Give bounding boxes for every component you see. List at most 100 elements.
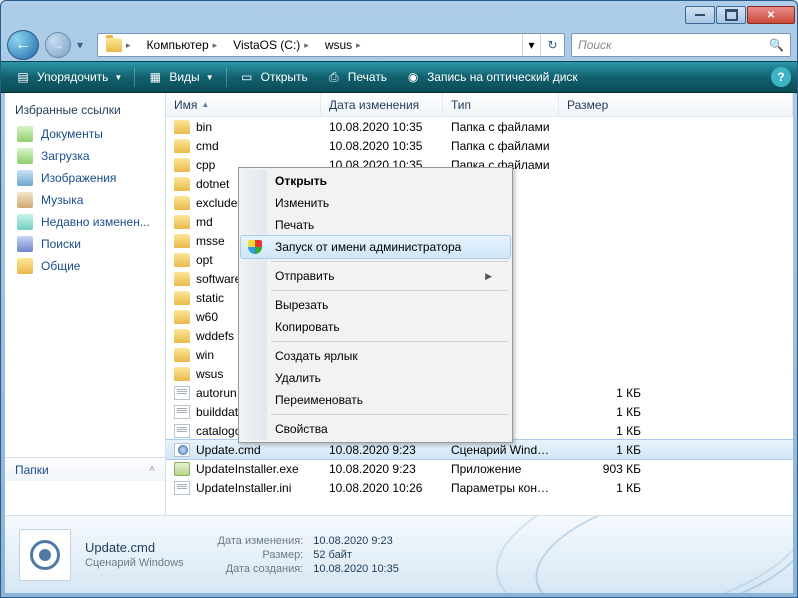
file-icon (174, 443, 190, 457)
ctx-cut[interactable]: Вырезать (241, 294, 510, 316)
file-name: UpdateInstaller.ini (196, 481, 291, 495)
favorite-label: Поиски (41, 237, 81, 251)
nav-history-chevron[interactable]: ▾ (77, 38, 91, 52)
favorite-link[interactable]: Загрузка (5, 145, 165, 167)
file-row[interactable]: UpdateInstaller.exe10.08.2020 9:23Прилож… (166, 459, 793, 478)
favorite-link[interactable]: Документы (5, 123, 165, 145)
favorite-link[interactable]: Общие (5, 255, 165, 277)
details-meta-label: Дата изменения: (218, 535, 304, 547)
maximize-button[interactable] (716, 6, 746, 24)
views-button[interactable]: ▦Виды▼ (139, 65, 221, 89)
ctx-run-as-admin[interactable]: Запуск от имени администратора (241, 236, 510, 258)
folder-icon (106, 38, 122, 52)
file-size: 1 КБ (559, 405, 649, 419)
file-name: md (196, 215, 213, 229)
crumb-computer[interactable]: Компьютер▸ (139, 34, 226, 56)
favorite-link[interactable]: Поиски (5, 233, 165, 255)
file-icon (174, 462, 190, 476)
ctx-properties[interactable]: Свойства (241, 418, 510, 440)
file-size: 1 КБ (559, 386, 649, 400)
file-date: 10.08.2020 10:26 (321, 481, 443, 495)
forward-button[interactable]: → (45, 32, 71, 58)
file-name: UpdateInstaller.exe (196, 462, 299, 476)
favorite-link[interactable]: Недавно изменен... (5, 211, 165, 233)
organize-button[interactable]: ▤Упорядочить▼ (7, 65, 130, 89)
crumb-root[interactable]: ▸ (98, 34, 139, 56)
file-name: autorun (196, 386, 237, 400)
search-input[interactable]: Поиск 🔍 (571, 33, 791, 57)
favorite-link[interactable]: Музыка (5, 189, 165, 211)
file-name: dotnet (196, 177, 229, 191)
favorite-label: Недавно изменен... (41, 215, 150, 229)
details-meta-value: 10.08.2020 9:23 (313, 535, 399, 547)
file-type: Приложение (443, 462, 559, 476)
file-icon (174, 386, 190, 400)
titlebar[interactable] (1, 1, 797, 29)
file-name: catalogo (196, 424, 241, 438)
ctx-open[interactable]: Открыть (241, 170, 510, 192)
file-name: Update.cmd (196, 443, 261, 457)
favorite-icon (17, 148, 33, 164)
file-name: opt (196, 253, 213, 267)
back-button[interactable]: ← (7, 30, 39, 60)
file-row[interactable]: UpdateInstaller.ini 10.08.2020 10:26Парам… (166, 478, 793, 497)
ctx-delete[interactable]: Удалить (241, 367, 510, 389)
favorite-label: Общие (41, 259, 80, 273)
column-date[interactable]: Дата изменения (321, 93, 443, 116)
ctx-edit[interactable]: Изменить (241, 192, 510, 214)
details-meta-value: 10.08.2020 10:35 (313, 563, 399, 575)
shield-icon (247, 239, 263, 255)
refresh-button[interactable]: ↻ (540, 34, 564, 56)
favorite-link[interactable]: Изображения (5, 167, 165, 189)
file-name: msse (196, 234, 225, 248)
details-pane: Update.cmd Сценарий Windows Дата изменен… (5, 515, 793, 593)
file-icon (174, 481, 190, 495)
crumb-folder[interactable]: wsus▸ (317, 34, 369, 56)
file-icon (174, 367, 190, 381)
file-icon (174, 215, 190, 229)
crumb-drive[interactable]: VistaOS (C:)▸ (225, 34, 317, 56)
address-dropdown[interactable]: ▾ (522, 34, 540, 56)
file-name: cmd (196, 139, 219, 153)
print-button[interactable]: ⎙Печать (318, 65, 395, 89)
column-name[interactable]: Имя▲ (166, 93, 321, 116)
file-icon (174, 310, 190, 324)
file-date: 10.08.2020 10:35 (321, 120, 443, 134)
details-meta-value: 52 байт (313, 549, 399, 561)
column-size[interactable]: Размер (559, 93, 793, 116)
favorite-icon (17, 126, 33, 142)
ctx-rename[interactable]: Переименовать (241, 389, 510, 411)
file-icon (174, 139, 190, 153)
open-button[interactable]: ▭Открыть (231, 65, 316, 89)
favorites-heading: Избранные ссылки (5, 99, 165, 123)
file-name: software (196, 272, 241, 286)
file-icon (174, 291, 190, 305)
file-icon (174, 158, 190, 172)
context-menu[interactable]: Открыть Изменить Печать Запуск от имени … (238, 167, 513, 443)
file-row[interactable]: cmd10.08.2020 10:35Папка с файлами (166, 136, 793, 155)
file-size: 1 КБ (559, 443, 649, 457)
decorative-swoosh (482, 515, 793, 593)
minimize-button[interactable] (685, 6, 715, 24)
file-row[interactable]: bin10.08.2020 10:35Папка с файлами (166, 117, 793, 136)
address-bar[interactable]: ▸ Компьютер▸ VistaOS (C:)▸ wsus▸ ▾ ↻ (97, 33, 565, 57)
file-type: Параметры конф... (443, 481, 559, 495)
disc-icon: ◉ (405, 69, 421, 85)
details-filetype: Сценарий Windows (85, 557, 184, 569)
column-type[interactable]: Тип (443, 93, 559, 116)
decorative-swoosh (524, 515, 793, 593)
ctx-copy[interactable]: Копировать (241, 316, 510, 338)
ctx-print[interactable]: Печать (241, 214, 510, 236)
close-button[interactable] (747, 6, 795, 24)
folders-toggle[interactable]: Папки˄ (5, 457, 165, 481)
file-name: wddefs (196, 329, 234, 343)
file-name: static (196, 291, 224, 305)
file-icon (174, 348, 190, 362)
favorite-label: Изображения (41, 171, 116, 185)
ctx-create-shortcut[interactable]: Создать ярлык (241, 345, 510, 367)
file-icon (174, 196, 190, 210)
help-button[interactable]: ? (771, 67, 791, 87)
burn-button[interactable]: ◉Запись на оптический диск (397, 65, 586, 89)
ctx-send-to[interactable]: Отправить▶ (241, 265, 510, 287)
explorer-window: ← → ▾ ▸ Компьютер▸ VistaOS (C:)▸ wsus▸ ▾… (0, 0, 798, 598)
